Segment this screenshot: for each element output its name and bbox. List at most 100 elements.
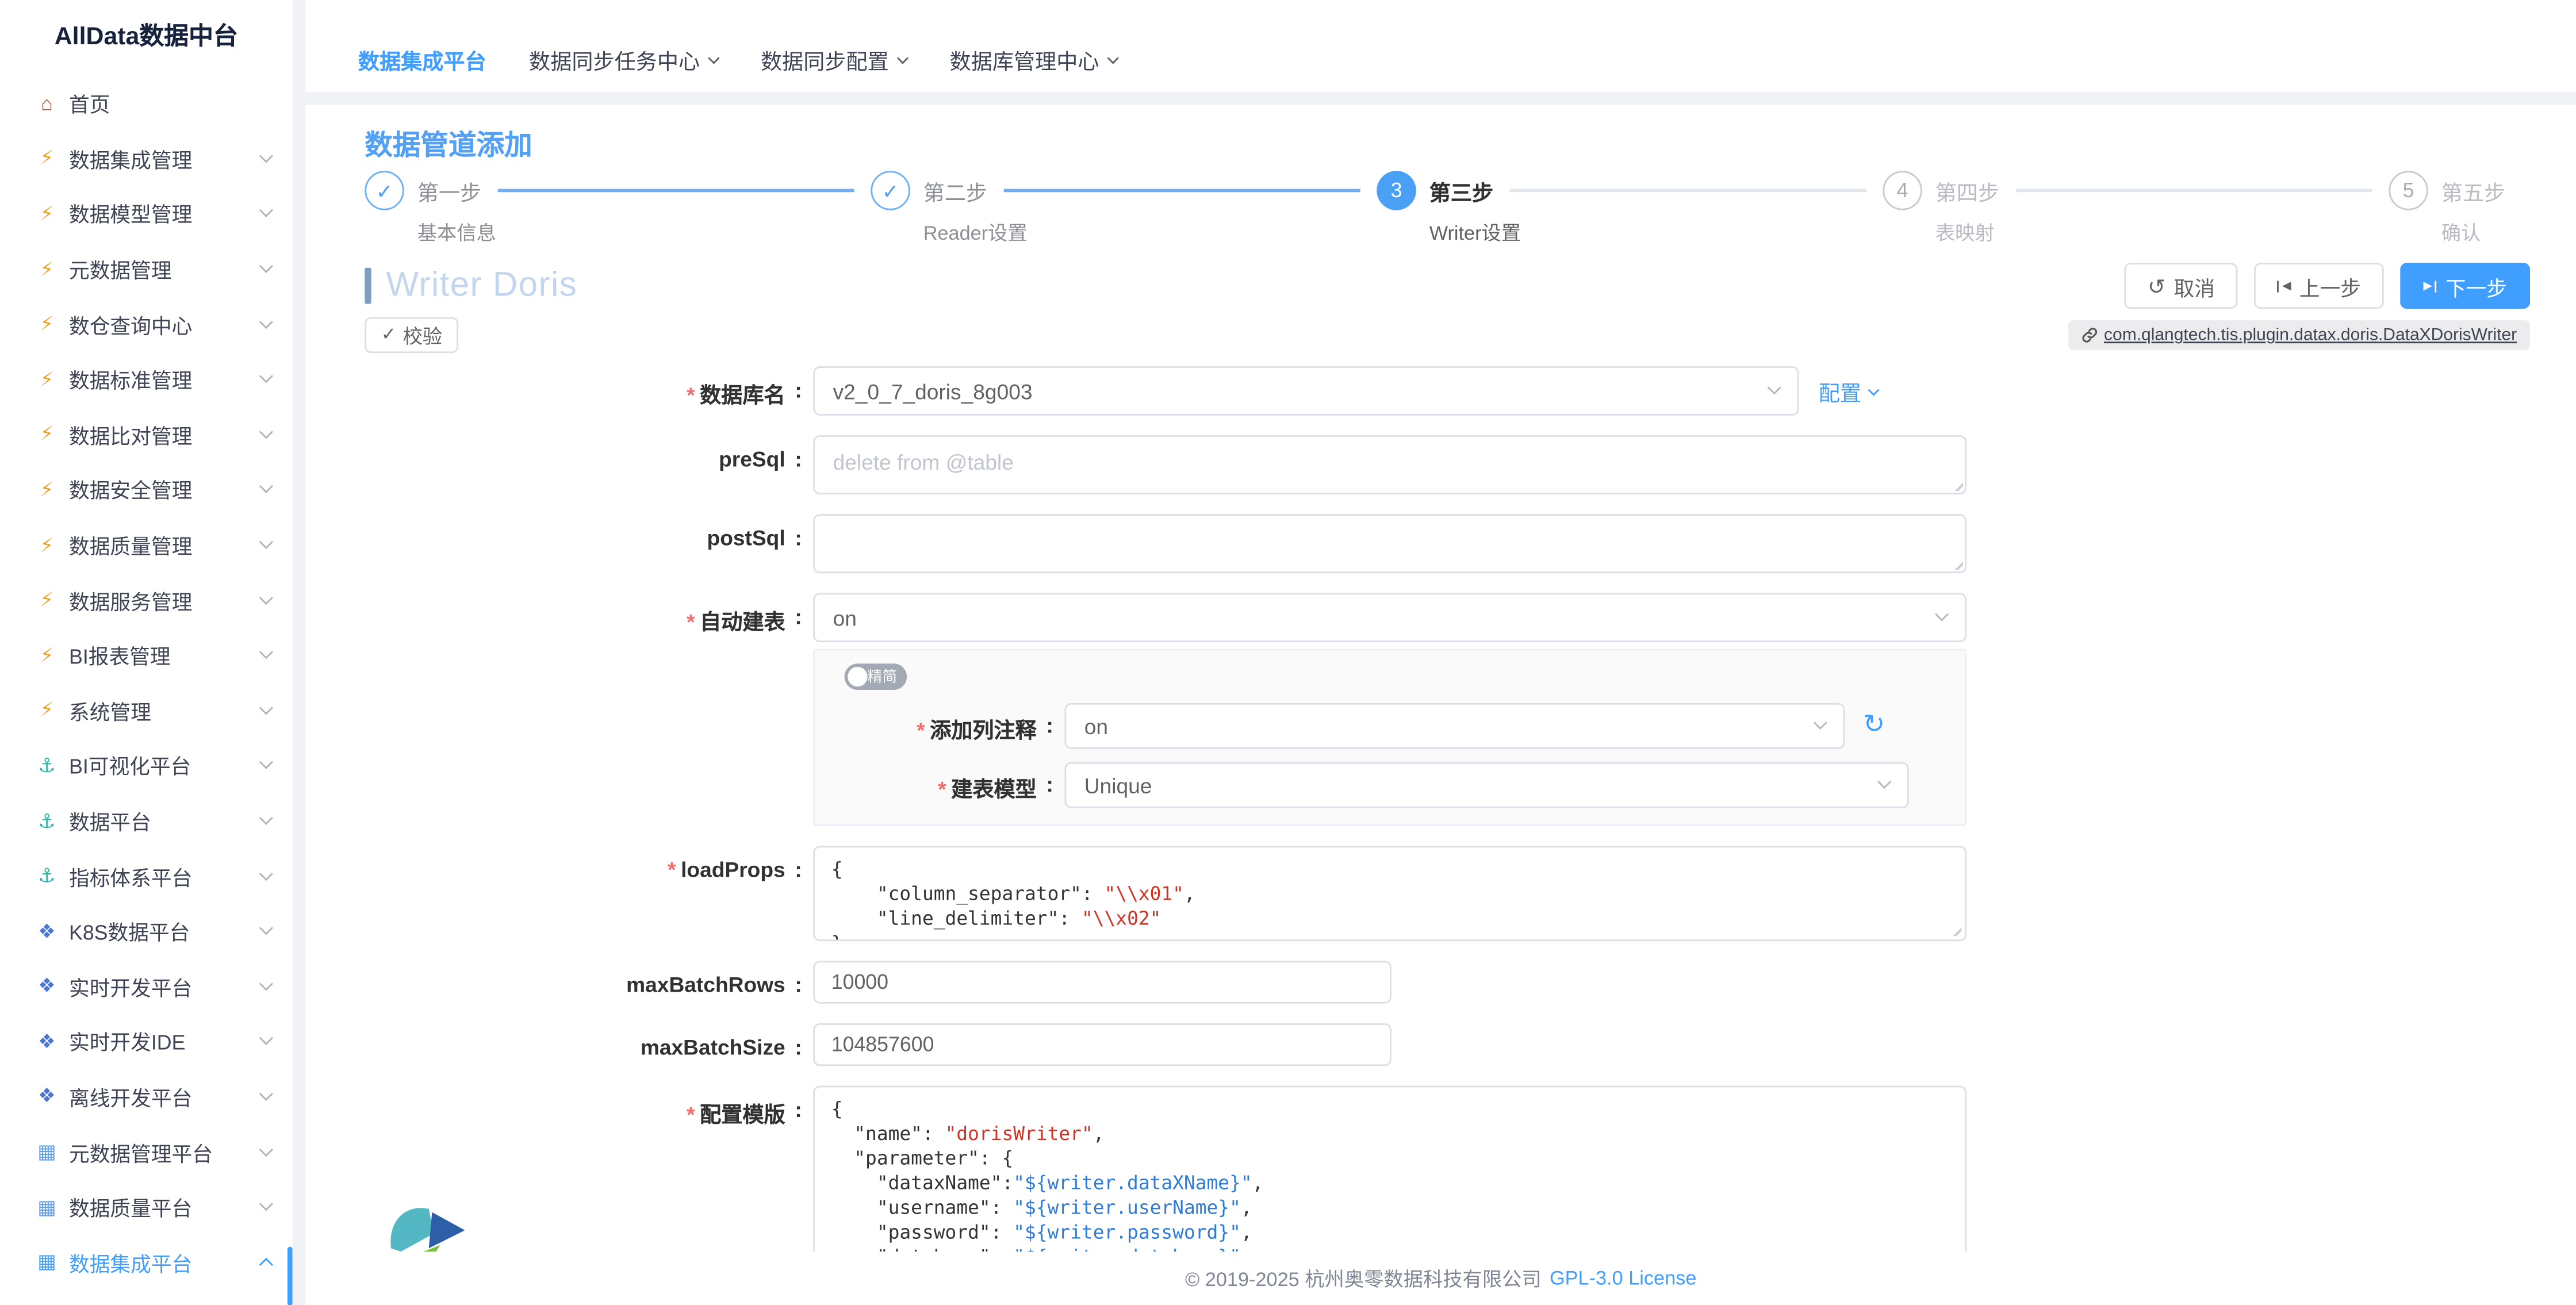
db-name-select[interactable]: v2_0_7_doris_8g003: [813, 366, 1799, 416]
sidebar-item[interactable]: ⚡ 数据服务管理: [0, 572, 293, 627]
writer-form: *数据库名 : v2_0_7_doris_8g003 配置: [365, 366, 2530, 1251]
sidebar-item-label: 数据质量管理: [69, 529, 261, 560]
sidebar-item[interactable]: ❖ 离线开发平台: [0, 1069, 293, 1124]
chevron-down-icon: [259, 259, 273, 273]
form-row-max-batch-rows: *maxBatchRows :: [365, 961, 2530, 1003]
sidebar-item[interactable]: ⚓ BI可视化平台: [0, 738, 293, 793]
sidebar-item[interactable]: ⚓ 数据平台: [0, 793, 293, 848]
compact-toggle[interactable]: 精简: [845, 663, 907, 690]
sidebar-item[interactable]: ⚡ 数据标准管理: [0, 351, 293, 406]
sidebar-item[interactable]: ⚡ 数仓查询中心: [0, 296, 293, 351]
field-label: 配置模版: [700, 1102, 785, 1127]
plugin-class-link[interactable]: com.qlangtech.tis.plugin.datax.doris.Dat…: [2068, 320, 2530, 350]
add-col-comment-select[interactable]: on: [1064, 703, 1845, 749]
sidebar-item[interactable]: ▦ 元数据管理平台: [0, 1124, 293, 1179]
topnav-item[interactable]: 数据同步配置: [761, 44, 907, 75]
wizard-step: 4 第四步 表映射: [1883, 171, 2389, 243]
resize-handle-icon[interactable]: [1947, 922, 1962, 936]
sidebar-scrollbar[interactable]: [288, 1246, 293, 1305]
auto-create-select[interactable]: on: [813, 593, 1966, 642]
chevron-down-icon: [259, 535, 273, 549]
form-row-config-template: *配置模版 : { "name": "dorisWriter", "parame…: [365, 1086, 2530, 1251]
topnav-item-label: 数据同步任务中心: [529, 44, 700, 75]
main-area: 数据集成平台 数据同步任务中心 数据同步配置 数据库管理中心 数据管道添加 ✓ …: [293, 0, 2576, 1305]
chevron-up-icon: [259, 1257, 273, 1271]
sidebar-item-label: 数仓查询中心: [69, 308, 261, 339]
auto-create-panel: 精简 *添加列注释 : on: [813, 649, 1966, 827]
sidebar-item[interactable]: ⚡ 数据比对管理: [0, 406, 293, 462]
sidebar-item[interactable]: ⚡ 数据集成管理: [0, 130, 293, 186]
chevron-down-icon: [259, 756, 273, 770]
sidebar-item[interactable]: ⚡ 系统管理: [0, 682, 293, 738]
postsql-textarea[interactable]: [813, 514, 1966, 573]
section-accent-bar: [365, 268, 371, 304]
bolt-icon: ⚡: [33, 367, 61, 390]
sidebar-item[interactable]: ▦ 数据集成平台: [0, 1234, 293, 1289]
sidebar-item-label: 数据平台: [69, 805, 261, 836]
grid-icon: ▦: [33, 1250, 61, 1273]
presql-textarea[interactable]: [813, 435, 1966, 494]
sidebar-item[interactable]: ⚡ 元数据管理: [0, 241, 293, 296]
chevron-down-icon: [259, 590, 273, 604]
license-link[interactable]: GPL-3.0 License: [1550, 1266, 1696, 1289]
required-asterisk: *: [687, 1102, 695, 1127]
sidebar-item-label: 数据质量平台: [69, 1191, 261, 1222]
field-label: 建表模型: [951, 777, 1037, 801]
field-label: 添加列注释: [930, 718, 1037, 743]
helm-icon: ❖: [33, 1030, 61, 1053]
sidebar-item-label: 数据安全管理: [69, 474, 261, 505]
config-template-editor[interactable]: { "name": "dorisWriter", "parameter": { …: [813, 1086, 1966, 1251]
helm-icon: ❖: [33, 974, 61, 997]
sidebar-item[interactable]: ❖ 实时开发平台: [0, 958, 293, 1014]
step-backward-icon: [2278, 280, 2291, 291]
next-step-button[interactable]: 下一步: [2401, 263, 2530, 309]
cancel-button[interactable]: ↺ 取消: [2125, 263, 2238, 309]
topnav-item[interactable]: 数据同步任务中心: [529, 44, 718, 75]
sidebar-item[interactable]: ⚓ 指标体系平台: [0, 848, 293, 903]
topnav-item[interactable]: 数据集成平台: [358, 44, 486, 75]
step-indicator: ✓: [365, 171, 404, 210]
sidebar-item-label: 数据集成管理: [69, 143, 261, 174]
validate-button[interactable]: ✓ 校验: [365, 317, 459, 353]
button-label: 下一步: [2445, 270, 2507, 301]
sidebar-item[interactable]: ⚡ 数据质量管理: [0, 517, 293, 572]
step-indicator: 5: [2389, 171, 2428, 210]
step-title: 第五步: [2441, 175, 2505, 206]
sidebar-item-label: 数据模型管理: [69, 198, 261, 229]
config-link[interactable]: 配置: [1819, 375, 1878, 406]
sidebar-item[interactable]: ⚡ BI报表管理: [0, 627, 293, 682]
app-window: AllData数据中台 ⌂ 首页 ⚡ 数据集成管理 ⚡ 数据模型管理 ⚡ 元数据…: [0, 0, 2576, 1305]
sidebar-item[interactable]: ❖ K8S数据平台: [0, 903, 293, 958]
sidebar-item[interactable]: ⌂ 首页: [0, 75, 293, 130]
label-colon: :: [785, 435, 812, 494]
form-row-postsql: *postSql :: [365, 514, 2530, 573]
page-title: 数据管道添加: [365, 125, 2530, 167]
sidebar-item[interactable]: ⚡ 数据安全管理: [0, 462, 293, 517]
chevron-down-icon: [259, 922, 273, 935]
required-asterisk: *: [668, 857, 676, 882]
copyright-text: © 2019-2025 杭州奥零数据科技有限公司: [1185, 1264, 1542, 1292]
max-batch-rows-input[interactable]: [813, 961, 1392, 1003]
sidebar-item[interactable]: ▦ 数据质量平台: [0, 1179, 293, 1234]
chevron-down-icon: [259, 149, 273, 163]
loadprops-editor[interactable]: { "column_separator": "\\x01", "line_del…: [813, 846, 1966, 941]
step-subtitle: 表映射: [1935, 218, 2389, 247]
sidebar-menu: ⌂ 首页 ⚡ 数据集成管理 ⚡ 数据模型管理 ⚡ 元数据管理 ⚡ 数仓查询中心 …: [0, 75, 293, 1289]
step-title: 第一步: [417, 175, 481, 206]
label-colon: :: [1037, 762, 1063, 808]
max-batch-size-input[interactable]: [813, 1023, 1392, 1066]
prev-step-button[interactable]: 上一步: [2255, 263, 2384, 309]
wizard-step: ✓ 第二步 Reader设置: [871, 171, 1377, 243]
sidebar-item-label: 数据比对管理: [69, 419, 261, 450]
label-colon: :: [785, 366, 812, 416]
chevron-down-icon: [259, 701, 273, 715]
refresh-icon[interactable]: ↻: [1863, 713, 1885, 739]
link-icon: [2081, 327, 2098, 344]
topnav-item[interactable]: 数据库管理中心: [950, 44, 1117, 75]
sidebar-item[interactable]: ⚡ 数据模型管理: [0, 186, 293, 241]
step-subtitle: 确认: [2441, 218, 2505, 247]
field-label: 自动建表: [700, 609, 785, 634]
table-model-select[interactable]: Unique: [1064, 762, 1909, 808]
form-row-auto-create: *自动建表 : on 精简: [365, 593, 2530, 826]
sidebar-item[interactable]: ❖ 实时开发IDE: [0, 1014, 293, 1069]
